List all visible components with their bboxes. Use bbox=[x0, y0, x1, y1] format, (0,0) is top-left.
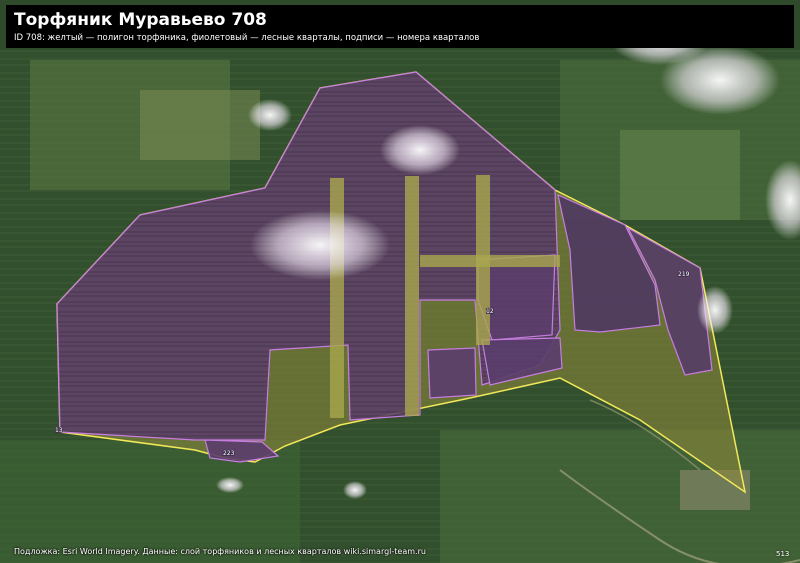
quarter-label-219: 219 bbox=[678, 271, 690, 278]
satellite-basemap: 12 219 13 223 bbox=[0, 0, 800, 563]
map-title: Торфяник Муравьево 708 bbox=[14, 10, 267, 30]
corner-mark: 513 bbox=[776, 550, 790, 558]
quarter-label-12: 12 bbox=[486, 308, 494, 315]
drain-strip-4 bbox=[420, 255, 560, 267]
map-view[interactable]: 12 219 13 223 Торфяник Муравьево 708 ID … bbox=[0, 0, 800, 563]
drain-strip-2 bbox=[405, 176, 419, 416]
quarter-label-13: 13 bbox=[55, 427, 63, 434]
map-subtitle: ID 708: желтый — полигон торфяника, фиол… bbox=[14, 33, 480, 43]
title-panel: Торфяник Муравьево 708 ID 708: желтый — … bbox=[6, 5, 794, 48]
cloud-center bbox=[250, 210, 390, 280]
quarter-label-223: 223 bbox=[223, 450, 235, 457]
forest-quarter-south-a[interactable] bbox=[427, 347, 477, 399]
attribution-text: Подложка: Esri World Imagery. Данные: сл… bbox=[14, 547, 426, 556]
